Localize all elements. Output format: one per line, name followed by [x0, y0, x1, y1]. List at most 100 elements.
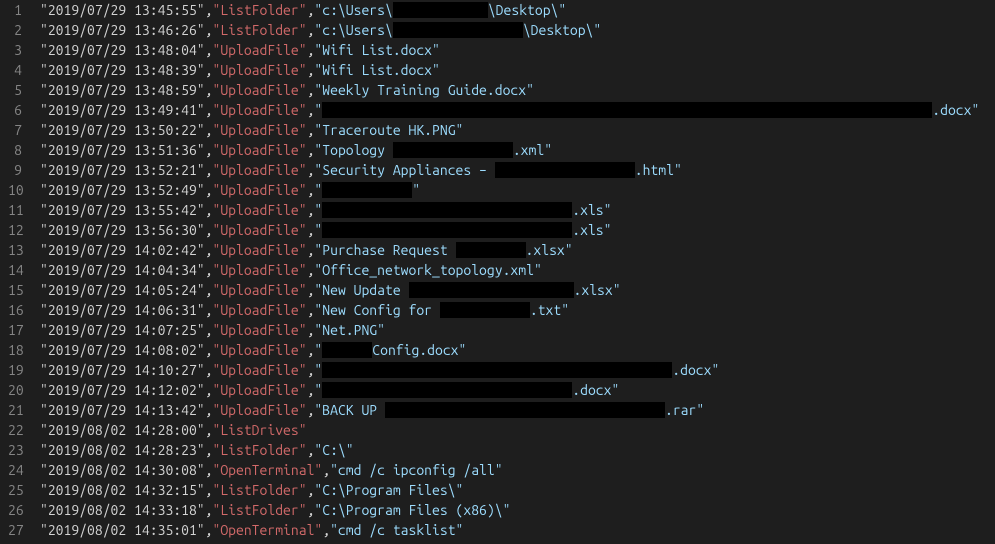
timestamp: "2019/07/29 13:48:39" [40, 60, 205, 80]
separator: , [322, 460, 330, 480]
separator: , [307, 100, 315, 120]
timestamp: "2019/07/29 14:02:42" [40, 240, 205, 260]
command: "UploadFile" [212, 400, 306, 420]
log-line: "2019/07/29 13:55:42","UploadFile",".xls… [40, 200, 995, 220]
redacted-text [322, 342, 372, 358]
argument: "c:\Users\ [314, 20, 392, 40]
code-editor: 1234567891011121314151617181920212223242… [0, 0, 995, 540]
separator: , [205, 280, 213, 300]
command: "UploadFile" [212, 200, 306, 220]
log-line: "2019/07/29 13:46:26","ListFolder","c:\U… [40, 20, 995, 40]
separator: , [205, 80, 213, 100]
timestamp: "2019/07/29 14:13:42" [40, 400, 205, 420]
argument: "Topology [314, 140, 392, 160]
command: "OpenTerminal" [212, 460, 322, 480]
line-number: 11 [8, 200, 22, 220]
argument: "cmd /c tasklist [330, 520, 455, 540]
separator: , [307, 160, 315, 180]
separator: , [307, 400, 315, 420]
argument-suffix: .docx" [672, 360, 719, 380]
separator: , [205, 60, 213, 80]
argument: "Weekly Training Guide.docx [314, 80, 526, 100]
separator: , [205, 300, 213, 320]
line-number: 19 [8, 360, 22, 380]
separator: , [205, 140, 213, 160]
command: "ListFolder" [212, 500, 306, 520]
log-line: "2019/07/29 14:07:25","UploadFile","Net.… [40, 320, 995, 340]
separator: , [205, 460, 213, 480]
log-line: "2019/07/29 13:49:41","UploadFile",".doc… [40, 100, 995, 120]
log-line: "2019/07/29 14:13:42","UploadFile","BACK… [40, 400, 995, 420]
timestamp: "2019/08/02 14:33:18" [40, 500, 205, 520]
argument-suffix: " [412, 180, 420, 200]
command: "UploadFile" [212, 380, 306, 400]
command: "UploadFile" [212, 320, 306, 340]
separator: , [307, 480, 315, 500]
command: "UploadFile" [212, 220, 306, 240]
separator: , [307, 340, 315, 360]
separator: , [307, 20, 315, 40]
redacted-text [322, 102, 932, 118]
log-line: "2019/07/29 13:48:39","UploadFile","Wifi… [40, 60, 995, 80]
argument-suffix: " [346, 440, 354, 460]
argument-suffix: " [503, 500, 511, 520]
separator: , [307, 260, 315, 280]
timestamp: "2019/08/02 14:28:00" [40, 420, 205, 440]
separator: , [307, 320, 315, 340]
argument: " [314, 200, 322, 220]
redacted-text [393, 22, 523, 38]
separator: , [205, 360, 213, 380]
argument: "Net.PNG [314, 320, 377, 340]
separator: , [205, 120, 213, 140]
code-area[interactable]: "2019/07/29 13:45:55","ListFolder","c:\U… [40, 0, 995, 540]
log-line: "2019/07/29 13:48:04","UploadFile","Wifi… [40, 40, 995, 60]
command: "ListFolder" [212, 480, 306, 500]
separator: , [205, 20, 213, 40]
line-number: 9 [8, 160, 22, 180]
redacted-text [440, 302, 530, 318]
separator: , [307, 300, 315, 320]
log-line: "2019/07/29 13:52:21","UploadFile","Secu… [40, 160, 995, 180]
log-line: "2019/07/29 13:56:30","UploadFile",".xls… [40, 220, 995, 240]
timestamp: "2019/07/29 13:52:49" [40, 180, 205, 200]
line-number-gutter: 1234567891011121314151617181920212223242… [0, 0, 40, 540]
command: "UploadFile" [212, 240, 306, 260]
argument: "C:\Program Files (x86)\ [314, 500, 502, 520]
separator: , [205, 260, 213, 280]
timestamp: "2019/08/02 14:32:15" [40, 480, 205, 500]
log-line: "2019/07/29 13:45:55","ListFolder","c:\U… [40, 0, 995, 20]
redacted-text [322, 362, 672, 378]
separator: , [307, 60, 315, 80]
timestamp: "2019/07/29 14:06:31" [40, 300, 205, 320]
argument-suffix: .xml" [513, 140, 552, 160]
separator: , [205, 0, 213, 20]
command: "OpenTerminal" [212, 520, 322, 540]
command: "ListFolder" [212, 440, 306, 460]
command: "UploadFile" [212, 120, 306, 140]
command: "UploadFile" [212, 300, 306, 320]
line-number: 21 [8, 400, 22, 420]
command: "ListFolder" [212, 0, 306, 20]
line-number: 5 [8, 80, 22, 100]
line-number: 6 [8, 100, 22, 120]
line-number: 26 [8, 500, 22, 520]
line-number: 27 [8, 520, 22, 540]
line-number: 3 [8, 40, 22, 60]
separator: , [307, 240, 315, 260]
redacted-text [393, 142, 513, 158]
argument: "C:\ [314, 440, 345, 460]
separator: , [205, 40, 213, 60]
timestamp: "2019/07/29 13:45:55" [40, 0, 205, 20]
argument: "Office_network_topology.xml [314, 260, 534, 280]
argument-suffix: " [456, 120, 464, 140]
line-number: 15 [8, 280, 22, 300]
timestamp: "2019/07/29 13:55:42" [40, 200, 205, 220]
timestamp: "2019/07/29 14:08:02" [40, 340, 205, 360]
line-number: 18 [8, 340, 22, 360]
line-number: 25 [8, 480, 22, 500]
log-line: "2019/07/29 14:12:02","UploadFile",".doc… [40, 380, 995, 400]
log-line: "2019/08/02 14:28:00","ListDrives" [40, 420, 995, 440]
argument: "Wifi List.docx [314, 40, 432, 60]
command: "UploadFile" [212, 40, 306, 60]
separator: , [205, 200, 213, 220]
